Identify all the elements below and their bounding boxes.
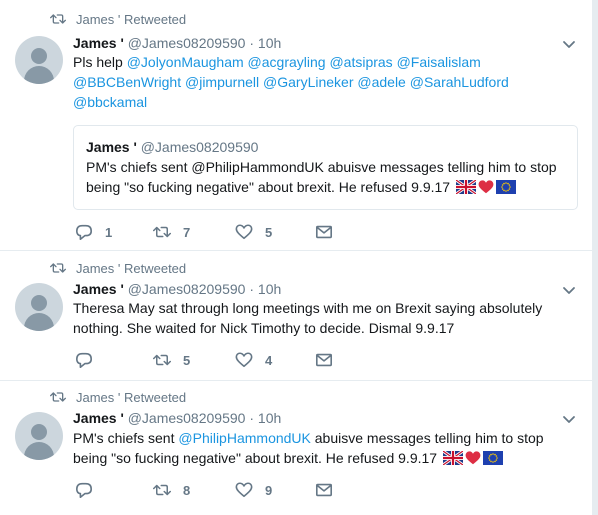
eu-flag-icon	[483, 451, 503, 465]
retweet-icon	[153, 351, 171, 369]
retweet-context: James ' Retweeted	[50, 10, 186, 28]
retweet-label[interactable]: James ' Retweeted	[76, 12, 186, 27]
retweet-label[interactable]: James ' Retweeted	[76, 261, 186, 276]
avatar-icon	[31, 48, 47, 64]
avatar-icon	[31, 424, 47, 440]
mention-link[interactable]: @BBCBenWright	[73, 74, 181, 90]
reply-button[interactable]	[75, 480, 105, 500]
reply-button[interactable]: 1	[75, 222, 112, 242]
quoted-tweet[interactable]: James ' @James08209590 PM's chiefs sent …	[73, 125, 578, 210]
uk-flag-icon	[456, 180, 476, 194]
mention-link[interactable]: @PhilipHammondUK	[178, 430, 310, 446]
like-count: 4	[265, 352, 273, 368]
like-icon	[235, 351, 253, 369]
timestamp[interactable]: 10h	[258, 410, 281, 426]
like-icon	[235, 481, 253, 499]
tweet-text: Pls help @JolyonMaugham @acgrayling @ats…	[73, 54, 509, 110]
retweet-icon	[50, 390, 66, 404]
eu-flag-icon	[496, 180, 516, 194]
reply-button[interactable]	[75, 350, 105, 370]
tweet[interactable]: James ' Retweeted James ' @James08209590…	[0, 251, 592, 381]
tweet-actions: 5 4	[73, 350, 373, 370]
heart-emoji-icon	[465, 451, 481, 465]
dm-icon	[315, 481, 333, 499]
retweet-icon	[153, 481, 171, 499]
author-handle[interactable]: @James08209590	[128, 410, 246, 426]
mention-link[interactable]: @acgrayling	[248, 54, 326, 70]
mention-link[interactable]: @atsipras	[329, 54, 392, 70]
tweet[interactable]: James ' Retweeted James ' @James08209590…	[0, 381, 592, 515]
retweet-count: 8	[183, 482, 191, 498]
mention-link[interactable]: @jimpurnell	[185, 74, 259, 90]
like-button[interactable]: 5	[235, 222, 272, 242]
retweet-count: 5	[183, 352, 191, 368]
retweet-icon	[153, 223, 171, 241]
mention-link[interactable]: @adele	[357, 74, 405, 90]
avatar[interactable]	[15, 36, 63, 84]
author-name[interactable]: James '	[73, 35, 124, 51]
like-button[interactable]: 9	[235, 480, 272, 500]
quoted-tweet-text: PM's chiefs sent @PhilipHammondUK abuisv…	[86, 159, 557, 195]
tweet-text: PM's chiefs sent @PhilipHammondUK abuisv…	[73, 430, 544, 466]
author-name[interactable]: James '	[73, 281, 124, 297]
quoted-tweet-header: James ' @James08209590	[86, 138, 258, 156]
direct-message-button[interactable]	[315, 480, 345, 500]
like-button[interactable]: 4	[235, 350, 272, 370]
chevron-down-icon[interactable]	[562, 415, 576, 425]
timestamp[interactable]: 10h	[258, 281, 281, 297]
reply-icon	[75, 481, 93, 499]
author-handle[interactable]: @James08209590	[128, 281, 246, 297]
retweet-button[interactable]: 5	[153, 350, 190, 370]
mention-link[interactable]: @GaryLineker	[263, 74, 353, 90]
retweet-button[interactable]: 8	[153, 480, 190, 500]
author-name[interactable]: James '	[73, 410, 124, 426]
tweet-header: James ' @James08209590 · 10h	[73, 35, 282, 51]
avatar[interactable]	[15, 283, 63, 331]
tweet-header: James ' @James08209590 · 10h	[73, 281, 282, 297]
chevron-down-icon[interactable]	[562, 40, 576, 50]
heart-emoji-icon	[478, 180, 494, 194]
author-handle[interactable]: @James08209590	[128, 35, 246, 51]
chevron-down-icon[interactable]	[562, 286, 576, 296]
quoted-author-name: James '	[86, 139, 137, 155]
direct-message-button[interactable]	[315, 222, 345, 242]
timestamp[interactable]: 10h	[258, 35, 281, 51]
retweet-icon	[50, 261, 66, 275]
reply-icon	[75, 223, 93, 241]
retweet-context: James ' Retweeted	[50, 388, 186, 406]
dm-icon	[315, 223, 333, 241]
tweet-text: Theresa May sat through long meetings wi…	[73, 300, 543, 336]
retweet-count: 7	[183, 224, 191, 240]
reply-icon	[75, 351, 93, 369]
mention-link[interactable]: @Faisalislam	[397, 54, 481, 70]
retweet-label[interactable]: James ' Retweeted	[76, 390, 186, 405]
uk-flag-icon	[443, 451, 463, 465]
direct-message-button[interactable]	[315, 350, 345, 370]
tweet-header: James ' @James08209590 · 10h	[73, 410, 282, 426]
like-count: 9	[265, 482, 273, 498]
like-count: 5	[265, 224, 273, 240]
mention-link[interactable]: @SarahLudford	[410, 74, 509, 90]
mention-link[interactable]: @JolyonMaugham	[127, 54, 244, 70]
retweet-button[interactable]: 7	[153, 222, 190, 242]
avatar-icon	[31, 295, 47, 311]
like-icon	[235, 223, 253, 241]
retweet-icon	[50, 12, 66, 26]
quoted-author-handle: @James08209590	[140, 139, 259, 155]
reply-count: 1	[105, 224, 113, 240]
dm-icon	[315, 351, 333, 369]
timeline: James ' Retweeted James ' @James08209590…	[0, 0, 592, 515]
mention-link[interactable]: @bbckamal	[73, 94, 147, 110]
tweet-actions: 1 7 5	[73, 222, 373, 242]
tweet-actions: 8 9	[73, 480, 373, 500]
tweet[interactable]: James ' Retweeted James ' @James08209590…	[0, 0, 592, 251]
avatar[interactable]	[15, 412, 63, 460]
retweet-context: James ' Retweeted	[50, 259, 186, 277]
